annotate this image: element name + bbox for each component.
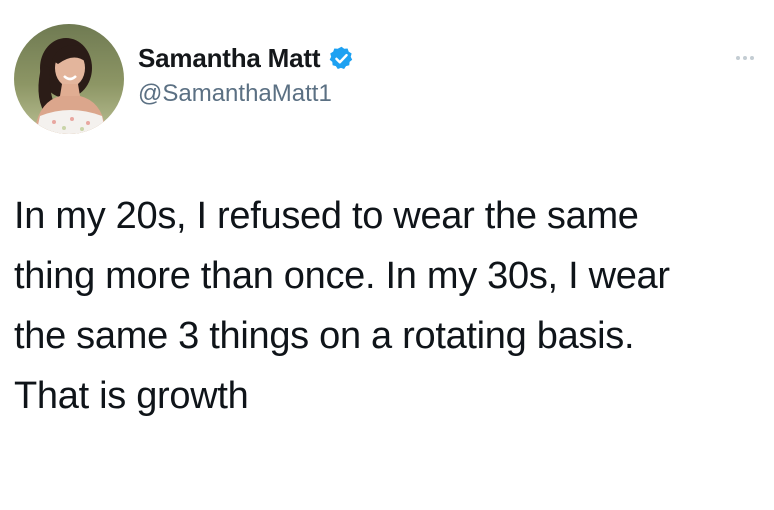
- verified-badge-icon: [328, 45, 355, 72]
- tweet-text: In my 20s, I refused to wear the same th…: [14, 195, 670, 417]
- tweet-card: Samantha Matt @SamanthaMatt1 In my 20s, …: [0, 0, 774, 510]
- avatar[interactable]: [14, 24, 124, 134]
- author-block: Samantha Matt @SamanthaMatt1: [138, 40, 355, 108]
- user-handle[interactable]: @SamanthaMatt1: [138, 80, 355, 108]
- name-row: Samantha Matt: [138, 40, 355, 76]
- avatar-photo: [14, 24, 124, 134]
- more-options-icon[interactable]: [734, 50, 756, 60]
- display-name[interactable]: Samantha Matt: [138, 43, 321, 74]
